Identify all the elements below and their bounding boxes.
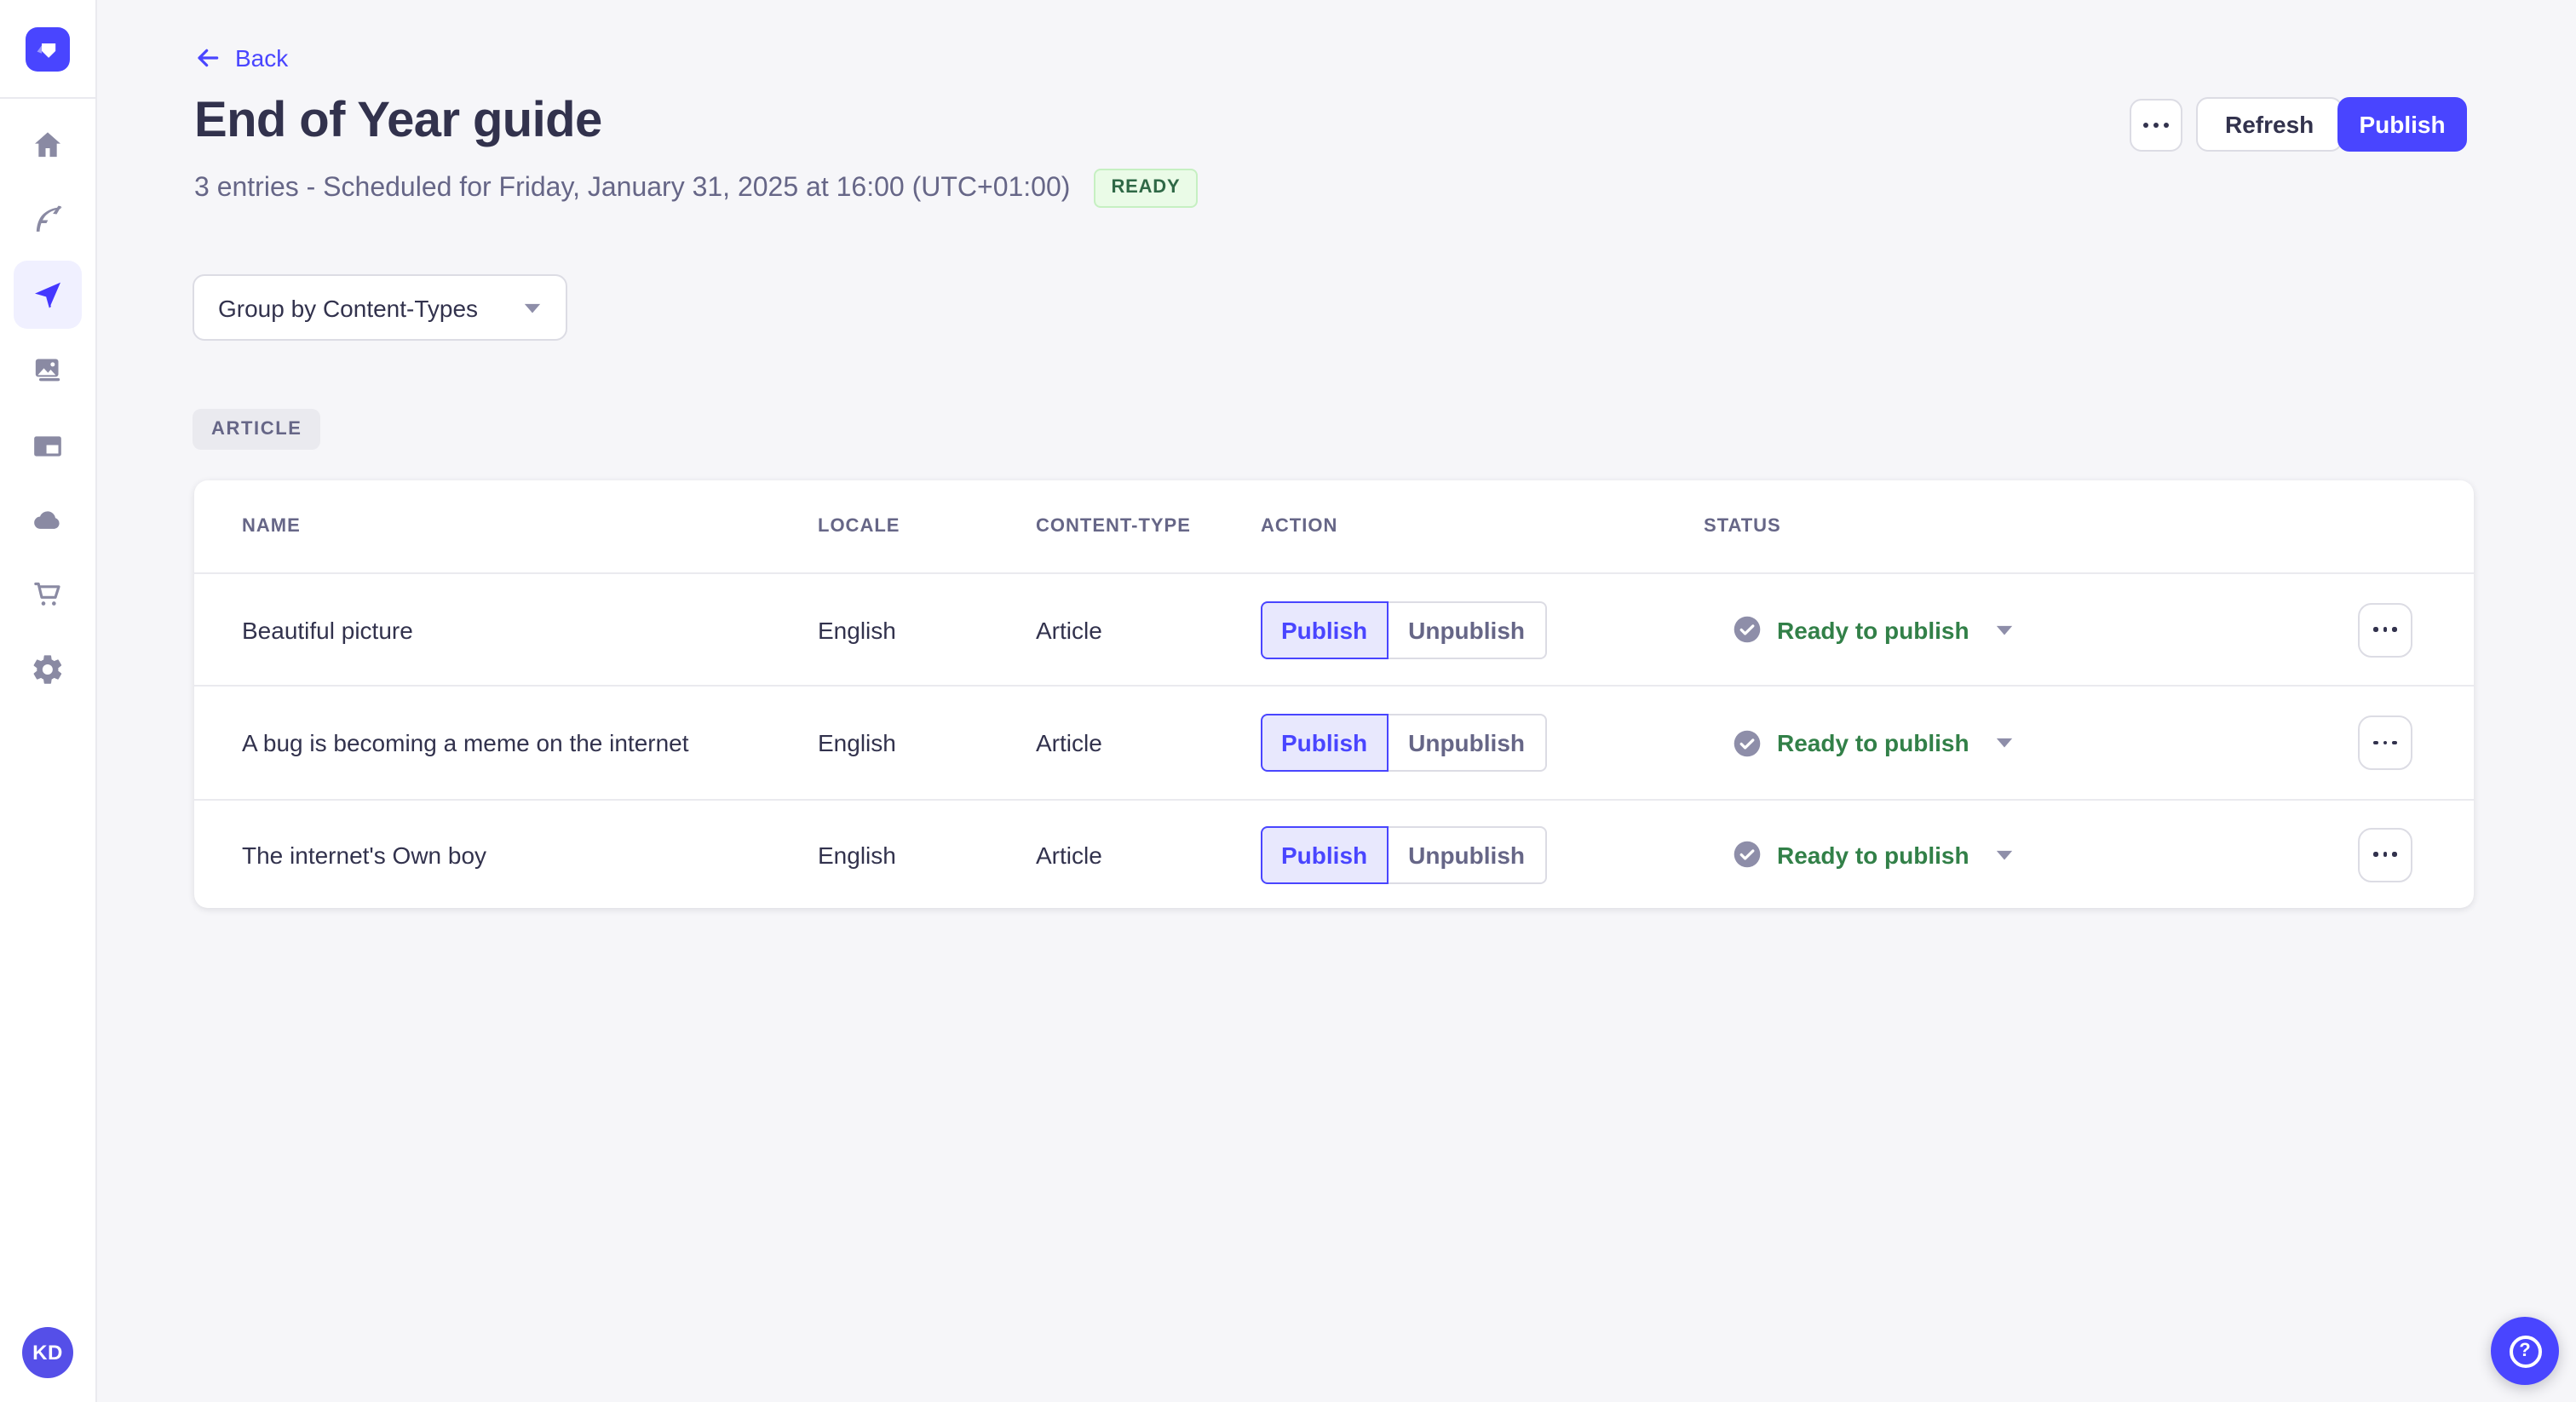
back-link[interactable]: Back bbox=[194, 44, 288, 72]
chevron-down-icon bbox=[1996, 849, 2012, 859]
column-header-action: ACTION bbox=[1261, 516, 1338, 537]
check-circle-icon bbox=[1734, 616, 1761, 643]
action-publish-option[interactable]: Publish bbox=[1261, 714, 1389, 772]
entry-status-label: Ready to publish bbox=[1777, 616, 1969, 643]
sidebar-item-settings[interactable] bbox=[14, 635, 82, 704]
row-more-options-button[interactable] bbox=[2358, 715, 2412, 770]
chevron-down-icon bbox=[1996, 738, 2012, 748]
check-circle-icon bbox=[1734, 729, 1761, 756]
entry-status-dropdown[interactable]: Ready to publish bbox=[1733, 840, 2358, 869]
publish-label: Publish bbox=[2359, 111, 2446, 138]
group-by-select[interactable]: Group by Content-Types bbox=[193, 274, 567, 341]
ellipsis-icon bbox=[2373, 740, 2397, 745]
layout-icon bbox=[34, 436, 61, 457]
entry-locale: English bbox=[818, 729, 896, 756]
page-title: End of Year guide bbox=[194, 94, 602, 148]
action-publish-option[interactable]: Publish bbox=[1261, 600, 1389, 658]
row-more-options-button[interactable] bbox=[2358, 602, 2412, 657]
back-label: Back bbox=[235, 44, 289, 72]
sidebar-item-marketplace[interactable] bbox=[14, 560, 82, 629]
paper-plane-icon bbox=[35, 282, 60, 308]
sidebar: KD bbox=[0, 0, 97, 1402]
feather-icon bbox=[36, 205, 62, 232]
entry-locale: English bbox=[818, 616, 896, 643]
row-more-options-button[interactable] bbox=[2358, 827, 2412, 882]
entry-locale: English bbox=[818, 841, 896, 868]
group-by-value: Group by Content-Types bbox=[218, 294, 479, 321]
column-header-locale: LOCALE bbox=[818, 516, 900, 537]
action-segmented-control: Publish Unpublish bbox=[1261, 600, 1704, 658]
content-type-group-chip: ARTICLE bbox=[193, 409, 321, 450]
sidebar-item-content-manager[interactable] bbox=[14, 186, 82, 254]
publish-release-button[interactable]: Publish bbox=[2337, 97, 2467, 152]
release-details-page: KD Back End of Year guide 3 entries - Sc… bbox=[0, 0, 2576, 1402]
action-unpublish-option[interactable]: Unpublish bbox=[1388, 825, 1547, 883]
ellipsis-icon bbox=[2143, 123, 2169, 128]
column-header-name: NAME bbox=[242, 516, 301, 537]
sidebar-item-content-type-builder[interactable] bbox=[14, 412, 82, 480]
table-header-row: NAME LOCALE CONTENT-TYPE ACTION STATUS bbox=[194, 480, 2474, 574]
home-icon bbox=[35, 132, 60, 158]
sidebar-item-deploy[interactable] bbox=[14, 486, 82, 554]
sidebar-item-home[interactable] bbox=[14, 111, 82, 179]
cloud-icon bbox=[34, 511, 60, 529]
help-button[interactable]: ? bbox=[2491, 1317, 2559, 1385]
entry-content-type: Article bbox=[1036, 729, 1102, 756]
action-unpublish-option[interactable]: Unpublish bbox=[1388, 600, 1547, 658]
table-row: The internet's Own boy English Article P… bbox=[194, 801, 2474, 908]
entry-content-type: Article bbox=[1036, 616, 1102, 643]
release-schedule-subtitle: 3 entries - Scheduled for Friday, Januar… bbox=[194, 173, 1071, 202]
check-circle-icon bbox=[1734, 841, 1761, 868]
action-segmented-control: Publish Unpublish bbox=[1261, 825, 1704, 883]
strapi-logo-icon[interactable] bbox=[26, 26, 70, 71]
media-library-icon bbox=[35, 359, 60, 382]
question-circle-icon: ? bbox=[2509, 1335, 2541, 1367]
user-avatar[interactable]: KD bbox=[22, 1327, 73, 1378]
chevron-down-icon bbox=[524, 302, 541, 313]
action-unpublish-option[interactable]: Unpublish bbox=[1388, 714, 1547, 772]
table-row: Beautiful picture English Article Publis… bbox=[194, 574, 2474, 687]
strapi-logo-glyph bbox=[37, 43, 56, 57]
entry-name: Beautiful picture bbox=[242, 616, 413, 643]
entry-status-label: Ready to publish bbox=[1777, 841, 1969, 868]
chevron-down-icon bbox=[1996, 624, 2012, 635]
refresh-button[interactable]: Refresh bbox=[2196, 97, 2343, 152]
subtitle-row: 3 entries - Scheduled for Friday, Januar… bbox=[194, 169, 1198, 208]
entry-status-label: Ready to publish bbox=[1777, 729, 1969, 756]
action-segmented-control: Publish Unpublish bbox=[1261, 714, 1704, 772]
table-row: A bug is becoming a meme on the internet… bbox=[194, 687, 2474, 801]
ellipsis-icon bbox=[2373, 852, 2397, 857]
entry-name: A bug is becoming a meme on the internet bbox=[242, 729, 689, 756]
workspace-logo-wrap bbox=[0, 0, 95, 99]
entry-content-type: Article bbox=[1036, 841, 1102, 868]
refresh-label: Refresh bbox=[2225, 111, 2314, 138]
header-more-options-button[interactable] bbox=[2130, 99, 2182, 152]
ready-status-badge: READY bbox=[1094, 169, 1198, 208]
entries-table-card: NAME LOCALE CONTENT-TYPE ACTION STATUS B… bbox=[194, 480, 2474, 908]
ellipsis-icon bbox=[2373, 627, 2397, 632]
column-header-content-type: CONTENT-TYPE bbox=[1036, 516, 1191, 537]
action-publish-option[interactable]: Publish bbox=[1261, 825, 1389, 883]
entry-name: The internet's Own boy bbox=[242, 841, 487, 868]
cart-icon bbox=[34, 582, 60, 606]
sidebar-item-media-library[interactable] bbox=[14, 336, 82, 404]
column-header-status: STATUS bbox=[1704, 516, 1781, 537]
entry-status-dropdown[interactable]: Ready to publish bbox=[1733, 728, 2358, 757]
arrow-left-icon bbox=[198, 49, 219, 67]
gear-icon bbox=[33, 655, 62, 684]
help-symbol: ? bbox=[2519, 1341, 2531, 1361]
entry-status-dropdown[interactable]: Ready to publish bbox=[1733, 615, 2358, 644]
sidebar-item-releases[interactable] bbox=[14, 261, 82, 329]
